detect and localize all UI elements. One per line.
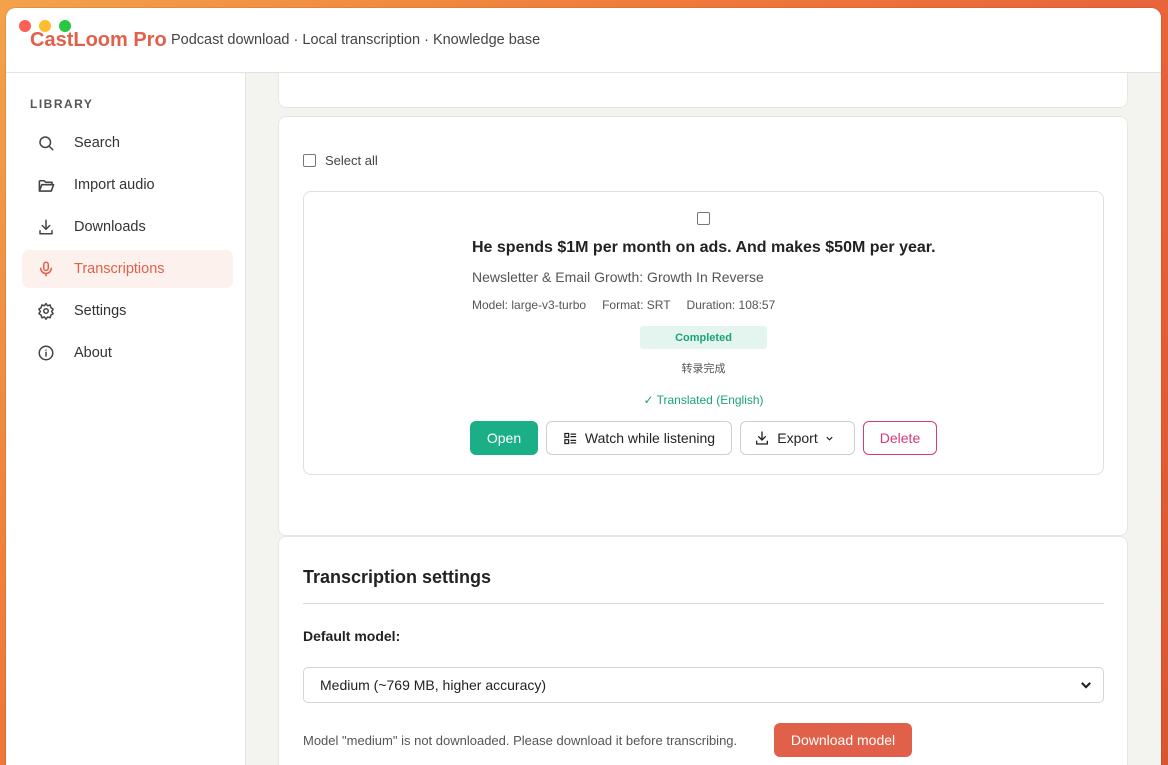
item-subtitle: Newsletter & Email Growth: Growth In Rev…: [472, 269, 764, 285]
settings-title: Transcription settings: [303, 567, 492, 587]
download-icon: [36, 217, 56, 237]
chevron-down-icon: [1081, 682, 1091, 689]
sidebar-item-label: Import audio: [74, 177, 155, 193]
settings-divider: [303, 603, 1104, 604]
microphone-icon: [36, 259, 56, 279]
model-warning: Model "medium" is not downloaded. Please…: [303, 733, 738, 748]
app-title: CastLoom Pro: [30, 29, 167, 51]
folder-open-icon: [36, 175, 56, 195]
translated-status: ✓ Translated (English): [643, 393, 764, 407]
sidebar-item-label: About: [74, 345, 112, 361]
sidebar-item-settings[interactable]: Settings: [22, 292, 233, 330]
sidebar-nav: Search Import audio Downloads Transcript…: [22, 124, 233, 376]
export-button[interactable]: Export: [740, 421, 855, 455]
gear-icon: [36, 301, 56, 321]
sidebar-item-label: Settings: [74, 303, 127, 319]
list-view-icon: [564, 432, 577, 444]
sidebar-item-transcriptions[interactable]: Transcriptions: [22, 250, 233, 288]
open-button[interactable]: Open: [470, 421, 538, 455]
watch-label: Watch while listening: [584, 430, 716, 446]
chevron-down-icon: [826, 436, 833, 441]
select-all-checkbox[interactable]: [303, 154, 316, 167]
title-bar: CastLoom Pro Podcast download · Local tr…: [6, 8, 1161, 73]
default-model-value: Medium (~769 MB, higher accuracy): [320, 677, 547, 693]
item-format: Format: SRT: [602, 298, 671, 312]
select-all-control[interactable]: Select all: [303, 153, 378, 168]
sidebar-item-about[interactable]: About: [22, 334, 233, 372]
transcription-list-card: Select all He spends $1M per month on ad…: [278, 116, 1128, 536]
item-meta: Model: large-v3-turbo Format: SRT Durati…: [472, 298, 775, 312]
status-badge: Completed: [640, 326, 767, 349]
search-icon: [36, 133, 56, 153]
download-model-button[interactable]: Download model: [774, 723, 912, 757]
default-model-label: Default model:: [303, 628, 401, 644]
sidebar-item-import-audio[interactable]: Import audio: [22, 166, 233, 204]
previous-card: [278, 73, 1128, 108]
default-model-select[interactable]: Medium (~769 MB, higher accuracy): [303, 667, 1104, 703]
sidebar-item-label: Transcriptions: [74, 261, 165, 277]
app-window: CastLoom Pro Podcast download · Local tr…: [6, 8, 1161, 765]
sidebar: LIBRARY Search Import audio Downloads Tr…: [6, 73, 246, 765]
sidebar-heading: LIBRARY: [30, 97, 94, 111]
item-title: He spends $1M per month on ads. And make…: [472, 239, 936, 256]
export-label: Export: [777, 430, 818, 446]
transcription-item: He spends $1M per month on ads. And make…: [303, 191, 1104, 475]
item-select-checkbox[interactable]: [697, 212, 710, 225]
watch-while-listening-button[interactable]: Watch while listening: [546, 421, 732, 455]
main-content[interactable]: Select all He spends $1M per month on ad…: [246, 73, 1161, 765]
sidebar-item-downloads[interactable]: Downloads: [22, 208, 233, 246]
sidebar-item-search[interactable]: Search: [22, 124, 233, 162]
sidebar-item-label: Downloads: [74, 219, 146, 235]
select-all-label: Select all: [325, 153, 378, 168]
status-note: 转录完成: [681, 363, 726, 375]
item-duration: Duration: 108:57: [686, 298, 776, 312]
info-icon: [36, 343, 56, 363]
delete-button[interactable]: Delete: [863, 421, 937, 455]
app-tagline: Podcast download · Local transcription ·…: [171, 32, 541, 48]
item-actions: Open Watch while listening Export Delete: [470, 421, 937, 455]
transcription-settings-card: Transcription settings Default model: Me…: [278, 536, 1128, 765]
sidebar-item-label: Search: [74, 135, 120, 151]
item-model: Model: large-v3-turbo: [472, 298, 587, 312]
download-icon: [756, 431, 769, 445]
